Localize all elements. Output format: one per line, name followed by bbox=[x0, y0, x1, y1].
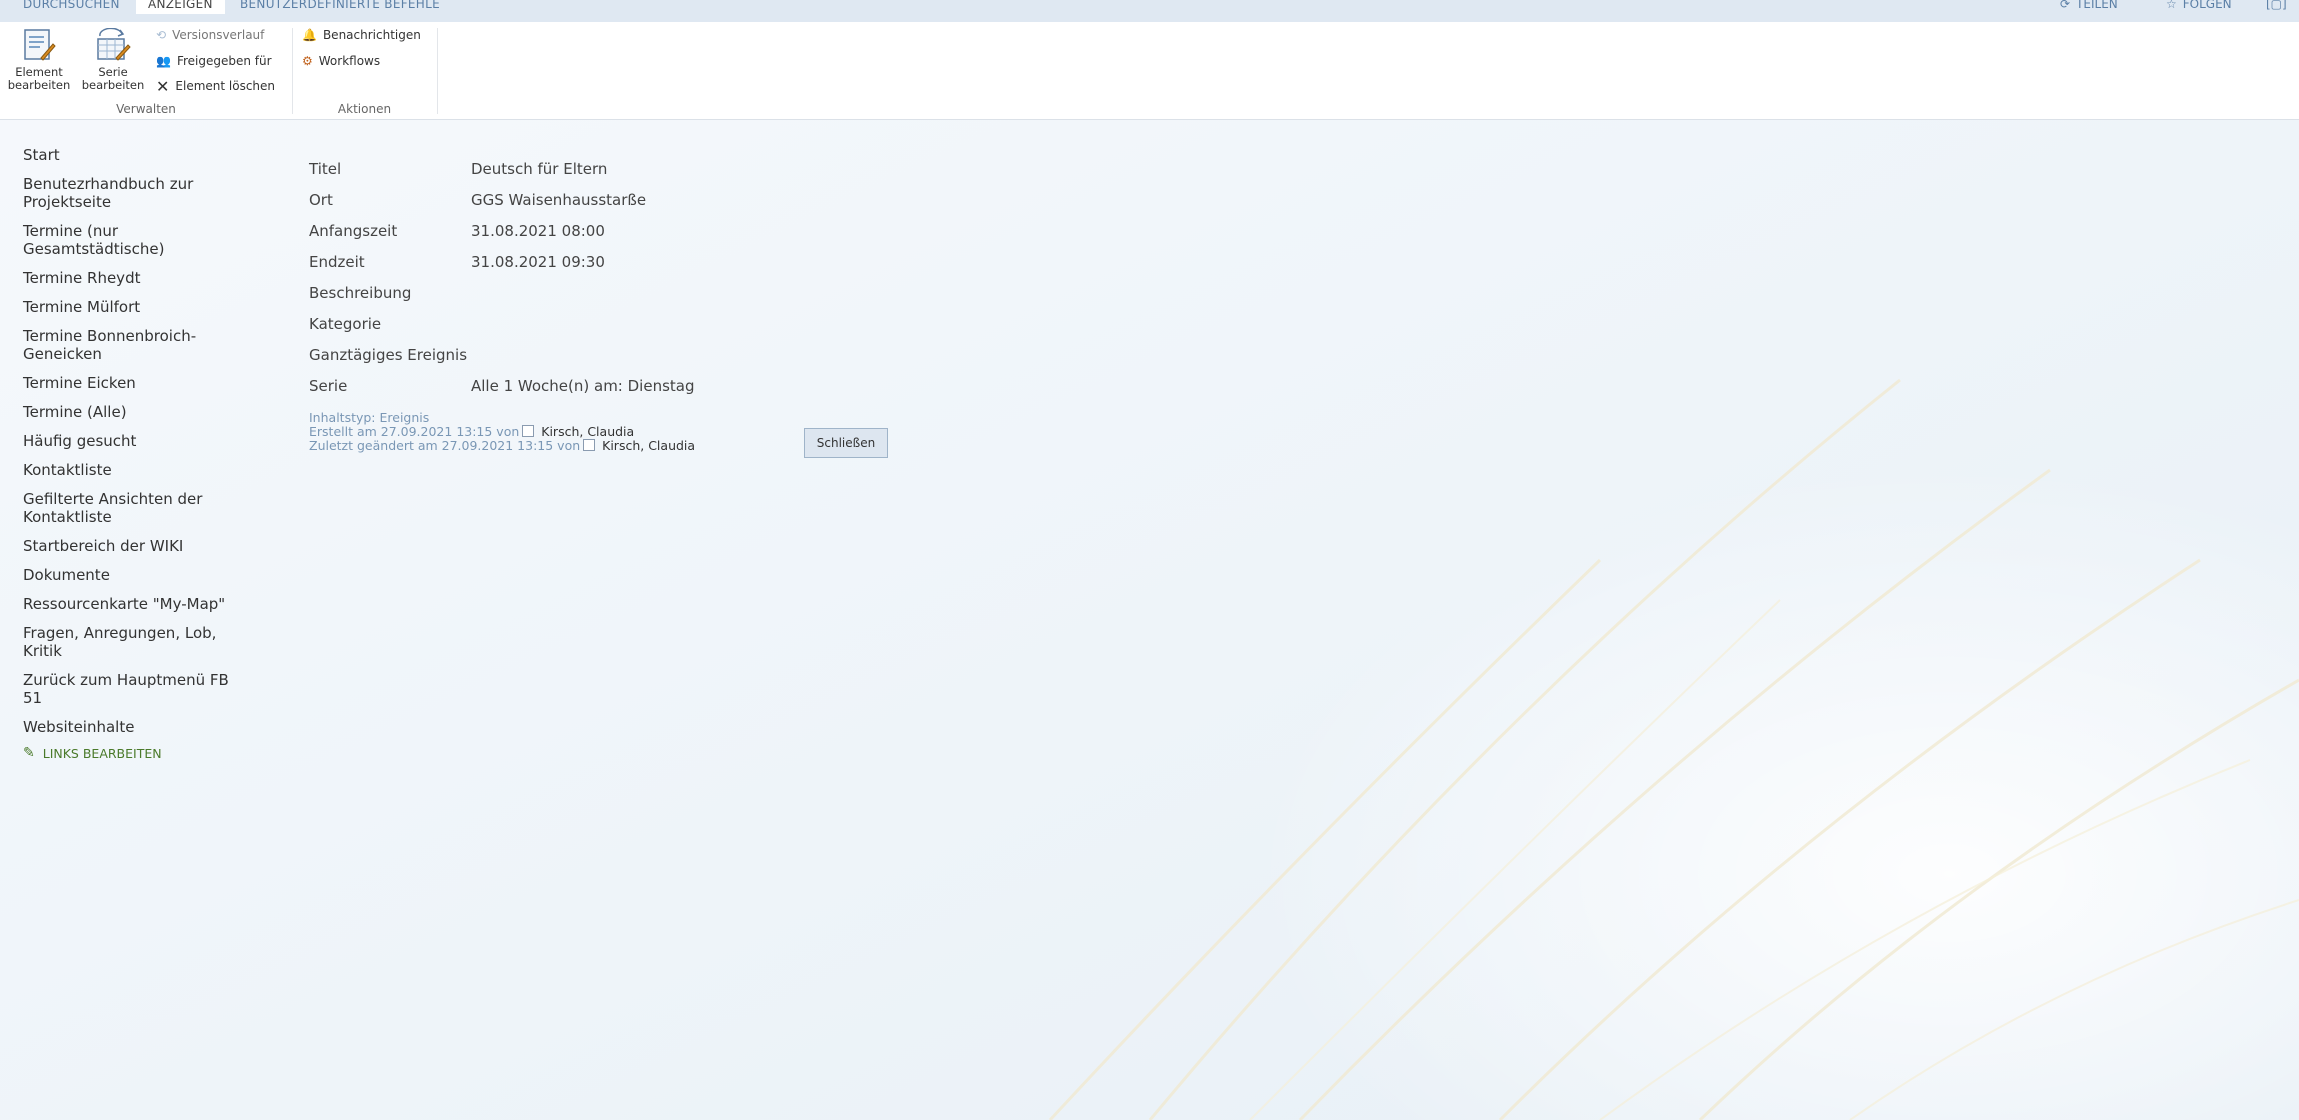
nav-item[interactable]: Häufig gesucht bbox=[23, 432, 238, 450]
people-icon: 👥 bbox=[156, 54, 171, 68]
modified-text: Zuletzt geändert am 27.09.2021 13:15 von bbox=[309, 438, 581, 453]
tab-browse[interactable]: DURCHSUCHEN bbox=[23, 0, 120, 14]
focus-icon: [▢] bbox=[2266, 0, 2287, 11]
nav-item[interactable]: Startbereich der WIKI bbox=[23, 537, 238, 555]
property-label: Serie bbox=[309, 377, 348, 395]
shared-with-label: Freigegeben für bbox=[176, 54, 272, 68]
property-value: 31.08.2021 08:00 bbox=[471, 222, 605, 240]
nav-item[interactable]: Termine (nur Gesamtstädtische) bbox=[23, 222, 238, 258]
property-label: Ganztägiges Ereignis bbox=[309, 346, 468, 364]
nav-item[interactable]: Termine Rheydt bbox=[23, 269, 238, 287]
property-value: Alle 1 Woche(n) am: Dienstag bbox=[471, 377, 695, 395]
workflows-label: Workflows bbox=[318, 54, 381, 68]
group-label-manage: Verwalten bbox=[116, 102, 176, 116]
follow-button[interactable]: ☆ FOLGEN bbox=[2166, 0, 2232, 14]
bell-icon: 🔔 bbox=[302, 28, 317, 42]
share-button[interactable]: ⟳ TEILEN bbox=[2060, 0, 2118, 14]
nav-item[interactable]: Termine (Alle) bbox=[23, 403, 238, 421]
edit-links-label: LINKS BEARBEITEN bbox=[42, 745, 162, 761]
pencil-icon: ✎ bbox=[23, 745, 35, 761]
property-label: Kategorie bbox=[309, 315, 382, 333]
edit-links-button[interactable]: ✎ LINKS BEARBEITEN bbox=[23, 745, 162, 761]
version-history-icon: ⟲ bbox=[156, 28, 167, 42]
share-icon: ⟳ bbox=[2060, 0, 2071, 11]
presence-icon bbox=[522, 425, 535, 437]
nav-item[interactable]: Start bbox=[23, 146, 238, 164]
edit-series-button[interactable]: Serie bearbeiten bbox=[78, 28, 148, 92]
alert-me-button[interactable]: 🔔 Benachrichtigen bbox=[302, 25, 421, 45]
star-icon: ☆ bbox=[2166, 0, 2177, 11]
created-info: Erstellt am 27.09.2021 13:15 von Kirsch,… bbox=[309, 425, 634, 439]
delete-item-label: Element löschen bbox=[175, 79, 276, 93]
close-button[interactable]: Schließen bbox=[804, 428, 888, 458]
property-value: Deutsch für Eltern bbox=[471, 160, 608, 178]
modified-by-link[interactable]: Kirsch, Claudia bbox=[602, 438, 695, 453]
background-image bbox=[0, 0, 2299, 1120]
nav-item[interactable]: Fragen, Anregungen, Lob, Kritik bbox=[23, 624, 238, 660]
property-label: Titel bbox=[309, 160, 342, 178]
nav-item[interactable]: Websiteinhalte bbox=[23, 718, 238, 736]
tab-view[interactable]: ANZEIGEN bbox=[136, 0, 225, 14]
share-label: TEILEN bbox=[2076, 0, 2118, 11]
ribbon-tab-bar: DURCHSUCHEN ANZEIGEN BENUTZERDEFINIERTE … bbox=[0, 0, 2299, 22]
version-history-label: Versionsverlauf bbox=[172, 28, 265, 42]
delete-item-button[interactable]: ✕ Element löschen bbox=[156, 76, 275, 96]
workflows-button[interactable]: ⚙ Workflows bbox=[302, 51, 380, 71]
group-separator bbox=[437, 28, 438, 114]
follow-label: FOLGEN bbox=[2182, 0, 2232, 11]
property-label: Ort bbox=[309, 191, 333, 209]
version-history-button[interactable]: ⟲ Versionsverlauf bbox=[156, 25, 264, 45]
property-value: GGS Waisenhausstarße bbox=[471, 191, 647, 209]
nav-item[interactable]: Zurück zum Hauptmenü FB 51 bbox=[23, 671, 238, 707]
content-type-text: Inhaltstyp: Ereignis bbox=[309, 410, 430, 425]
edit-series-icon bbox=[97, 28, 131, 61]
edit-item-button[interactable]: Element bearbeiten bbox=[4, 28, 74, 92]
property-label: Beschreibung bbox=[309, 284, 412, 302]
edit-document-icon bbox=[24, 29, 56, 61]
focus-button[interactable]: [▢] bbox=[2266, 0, 2287, 14]
nav-item[interactable]: Benutezrhandbuch zur Projektseite bbox=[23, 175, 238, 211]
ribbon: Element bearbeiten Serie bearbeiten ⟲ Ve… bbox=[0, 22, 2299, 120]
nav-item[interactable]: Termine Bonnenbroich-Geneicken bbox=[23, 327, 238, 363]
nav-item[interactable]: Kontaktliste bbox=[23, 461, 238, 479]
property-label: Anfangszeit bbox=[309, 222, 398, 240]
nav-item[interactable]: Termine Mülfort bbox=[23, 298, 238, 316]
edit-item-label-2: bearbeiten bbox=[7, 78, 71, 92]
created-text: Erstellt am 27.09.2021 13:15 von bbox=[309, 424, 520, 439]
group-label-actions: Aktionen bbox=[337, 102, 392, 116]
presence-icon bbox=[583, 439, 596, 451]
nav-item[interactable]: Termine Eicken bbox=[23, 374, 238, 392]
property-label: Endzeit bbox=[309, 253, 365, 271]
tab-custom-commands[interactable]: BENUTZERDEFINIERTE BEFEHLE bbox=[240, 0, 440, 14]
edit-series-label-2: bearbeiten bbox=[81, 78, 145, 92]
shared-with-button[interactable]: 👥 Freigegeben für bbox=[156, 51, 272, 71]
nav-item[interactable]: Ressourcenkarte "My-Map" bbox=[23, 595, 238, 613]
workflow-icon: ⚙ bbox=[302, 54, 313, 68]
nav-item[interactable]: Gefilterte Ansichten der Kontaktliste bbox=[23, 490, 238, 526]
created-by-link[interactable]: Kirsch, Claudia bbox=[541, 424, 634, 439]
modified-info: Zuletzt geändert am 27.09.2021 13:15 von… bbox=[309, 439, 695, 453]
alert-me-label: Benachrichtigen bbox=[322, 28, 421, 42]
property-value: 31.08.2021 09:30 bbox=[471, 253, 605, 271]
nav-item[interactable]: Dokumente bbox=[23, 566, 238, 584]
quick-launch-nav: Start Benutezrhandbuch zur Projektseite Te… bbox=[23, 146, 238, 747]
delete-icon: ✕ bbox=[156, 76, 170, 96]
